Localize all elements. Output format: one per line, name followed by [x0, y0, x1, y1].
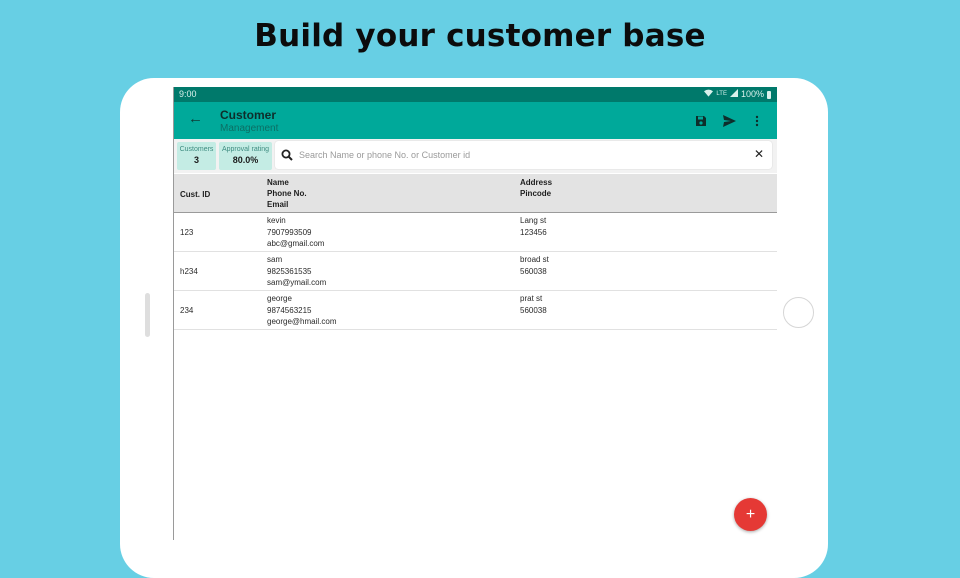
cell-name: kevin — [267, 216, 286, 225]
table-row[interactable]: 234 george 9874563215 george@hmail.com p… — [174, 291, 777, 330]
status-time: 9:00 — [179, 89, 197, 99]
header-cust-id: Cust. ID — [180, 190, 211, 199]
header-phone: Phone No. — [267, 189, 307, 198]
header-pincode: Pincode — [520, 189, 552, 198]
arrow-left-icon[interactable]: ← — [188, 110, 203, 127]
stat-approval-label: Approval rating — [221, 146, 270, 153]
stat-customers: Customers 3 — [177, 142, 216, 170]
save-icon[interactable] — [692, 112, 710, 130]
cell-email: george@hmail.com — [267, 317, 337, 326]
cell-phone: 7907993509 — [267, 228, 312, 237]
stat-customers-label: Customers — [179, 146, 214, 153]
status-bar: 9:00 LTE 100% — [174, 87, 777, 102]
more-vert-icon[interactable] — [748, 112, 766, 130]
cell-address: Lang st — [520, 216, 547, 225]
battery-icon — [767, 90, 771, 99]
signal-icon — [729, 87, 738, 102]
app-subtitle: Management — [220, 123, 279, 134]
search-input[interactable] — [299, 147, 739, 163]
stats-row: Customers 3 Approval rating 80.0% ✕ — [174, 139, 777, 173]
cell-cust-id: 234 — [180, 306, 194, 315]
add-customer-button[interactable]: + — [734, 498, 767, 531]
stat-approval: Approval rating 80.0% — [219, 142, 272, 170]
tablet-home-button[interactable] — [783, 297, 814, 328]
wifi-icon — [704, 87, 714, 102]
close-icon[interactable]: ✕ — [754, 147, 764, 161]
table-row[interactable]: 123 kevin 7907993509 abc@gmail.com Lang … — [174, 213, 777, 252]
cell-email: sam@ymail.com — [267, 278, 327, 287]
search-bar: ✕ — [275, 141, 772, 169]
cell-pincode: 560038 — [520, 267, 547, 276]
app-bar: ← Customer Management — [174, 102, 777, 139]
stat-approval-value: 80.0% — [232, 155, 259, 165]
table-header: Cust. ID Name Phone No. Email Address Pi… — [174, 174, 777, 213]
send-icon[interactable] — [720, 112, 738, 130]
cell-phone: 9825361535 — [267, 267, 312, 276]
search-icon — [281, 148, 293, 166]
cell-address: broad st — [520, 255, 549, 264]
header-address: Address — [520, 178, 553, 187]
stat-customers-value: 3 — [193, 155, 199, 165]
app-title: Customer — [220, 108, 277, 122]
tablet-side-button — [145, 293, 150, 337]
add-icon: + — [745, 506, 756, 523]
cell-cust-id: h234 — [180, 267, 198, 276]
table-row[interactable]: h234 sam 9825361535 sam@ymail.com broad … — [174, 252, 777, 291]
status-icons: LTE 100% — [704, 87, 771, 102]
battery-level: 100% — [740, 89, 764, 99]
app-screen: 9:00 LTE 100% ← Customer Management Cust… — [173, 87, 777, 540]
cell-email: abc@gmail.com — [267, 239, 325, 248]
cell-pincode: 123456 — [520, 228, 547, 237]
header-email: Email — [267, 200, 289, 209]
cell-name: sam — [267, 255, 283, 264]
network-label: LTE — [716, 91, 727, 97]
header-name: Name — [267, 178, 289, 187]
cell-pincode: 560038 — [520, 306, 547, 315]
cell-address: prat st — [520, 294, 543, 303]
promo-title: Build your customer base — [254, 18, 706, 54]
cell-cust-id: 123 — [180, 228, 194, 237]
cell-name: george — [267, 294, 292, 303]
cell-phone: 9874563215 — [267, 306, 312, 315]
